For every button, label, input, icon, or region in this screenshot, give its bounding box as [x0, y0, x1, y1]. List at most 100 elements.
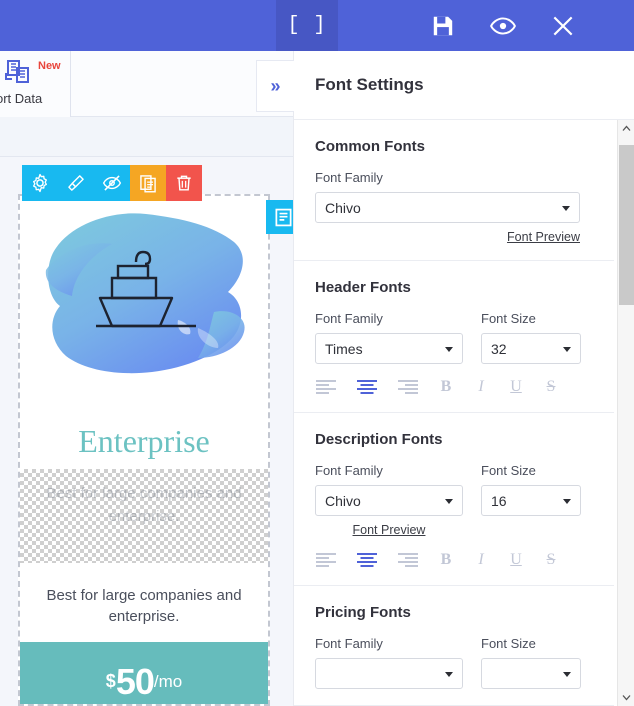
section-header-fonts: Header Fonts Font Family Times Font Size: [294, 261, 614, 413]
panel-scrollbar[interactable]: [617, 120, 634, 706]
save-icon[interactable]: [430, 13, 456, 39]
select-value: Times: [325, 340, 363, 357]
scrollbar-thumb[interactable]: [619, 145, 634, 305]
strikethrough-icon[interactable]: S: [543, 378, 559, 396]
common-font-family-field: Font Family Chivo: [315, 170, 580, 223]
top-bar-actions: [430, 0, 576, 51]
preview-icon[interactable]: [490, 13, 516, 39]
section-title: Pricing Fonts: [315, 604, 411, 621]
align-right-icon[interactable]: [397, 552, 419, 568]
italic-icon[interactable]: I: [473, 378, 489, 396]
field-label: Font Size: [481, 463, 536, 478]
panel-header: Font Settings: [294, 51, 634, 120]
collapse-panel-button[interactable]: »: [256, 60, 294, 112]
pricing-font-family-select[interactable]: [315, 658, 463, 689]
strikethrough-icon[interactable]: S: [543, 551, 559, 569]
section-title: Common Fonts: [315, 138, 425, 155]
element-toolbar: [22, 165, 202, 201]
align-left-icon[interactable]: [315, 552, 337, 568]
field-label: Font Size: [481, 636, 536, 651]
card-title: Enterprise: [78, 423, 210, 459]
duplicate-icon: [140, 175, 156, 193]
description-format-bar: B I U S: [315, 551, 614, 569]
align-center-icon[interactable]: [356, 379, 378, 395]
duplicate-icon-button[interactable]: [130, 165, 166, 201]
field-label: Font Family: [315, 636, 383, 651]
price-currency: $: [105, 671, 116, 692]
chevron-down-icon: [563, 498, 571, 504]
panel-title: Font Settings: [315, 75, 424, 94]
bold-icon[interactable]: B: [438, 551, 454, 569]
hide-icon: [102, 175, 122, 191]
field-label: Font Size: [481, 311, 536, 326]
preview-link-row: Font Preview: [315, 230, 580, 244]
section-title: Header Fonts: [315, 279, 411, 296]
new-badge: New: [38, 60, 61, 72]
chevron-down-icon: [563, 346, 571, 352]
field-label: Font Family: [315, 170, 383, 185]
app-root: [ ] New ort Data Enterprise Best for lar…: [0, 0, 634, 706]
ship-icon: [96, 250, 196, 328]
transparent-overlay-region: Best for large companies and enterprise.: [20, 469, 268, 564]
import-data-label: ort Data: [0, 91, 43, 106]
scroll-up-icon[interactable]: [618, 120, 634, 137]
select-value: Chivo: [325, 492, 361, 509]
price-amount: 50: [115, 660, 155, 702]
bold-icon[interactable]: B: [438, 378, 454, 396]
select-value: Chivo: [325, 199, 361, 216]
align-center-icon[interactable]: [356, 552, 378, 568]
field-label: Font Family: [315, 311, 383, 326]
header-font-size-field: Font Size 32: [481, 311, 581, 364]
scroll-down-icon[interactable]: [618, 689, 634, 706]
style-brush-icon-button[interactable]: [58, 165, 94, 201]
header-font-size-select[interactable]: 32: [481, 333, 581, 364]
delete-icon-button[interactable]: [166, 165, 202, 201]
underline-icon[interactable]: U: [508, 551, 524, 569]
import-data-button[interactable]: New ort Data: [0, 51, 71, 117]
pricing-font-size-field: Font Size: [481, 636, 581, 689]
logo-glyph: [ ]: [287, 14, 327, 37]
chevron-double-right-icon: »: [270, 75, 281, 96]
header-font-family-select[interactable]: Times: [315, 333, 463, 364]
chevron-down-icon: [445, 671, 453, 677]
card-description: Best for large companies and enterprise.: [20, 563, 268, 642]
field-row: Font Family Font Size: [315, 636, 614, 689]
import-data-icon: [5, 60, 29, 83]
chevron-down-icon: [563, 671, 571, 677]
pricing-card[interactable]: Enterprise Best for large companies and …: [18, 194, 270, 706]
document-icon: [275, 208, 291, 226]
style-brush-icon: [68, 175, 84, 191]
card-hero: [20, 196, 268, 418]
settings-icon-button[interactable]: [22, 165, 58, 201]
align-right-icon[interactable]: [397, 379, 419, 395]
section-common-fonts: Common Fonts Font Family Chivo Font Prev…: [294, 120, 614, 261]
header-format-bar: B I U S: [315, 378, 614, 396]
common-font-preview-link[interactable]: Font Preview: [507, 230, 580, 244]
font-settings-panel: Font Settings Common Fonts Font Family C…: [293, 51, 634, 706]
italic-icon[interactable]: I: [473, 551, 489, 569]
section-title: Description Fonts: [315, 431, 443, 448]
description-font-family-select[interactable]: Chivo: [315, 485, 463, 516]
close-icon[interactable]: [550, 13, 576, 39]
description-font-size-field: Font Size 16: [481, 463, 581, 516]
select-value: 32: [491, 340, 507, 357]
pricing-font-size-select[interactable]: [481, 658, 581, 689]
chevron-down-icon: [445, 498, 453, 504]
preview-link-row: Font Preview: [315, 523, 463, 537]
select-value: 16: [491, 492, 507, 509]
app-logo[interactable]: [ ]: [276, 0, 338, 51]
field-label: Font Family: [315, 463, 383, 478]
common-font-family-select[interactable]: Chivo: [315, 192, 580, 223]
section-pricing-fonts: Pricing Fonts Font Family Font Size: [294, 586, 614, 706]
chevron-down-icon: [445, 346, 453, 352]
panel-body: Common Fonts Font Family Chivo Font Prev…: [294, 120, 634, 706]
align-left-icon[interactable]: [315, 379, 337, 395]
panel-scroll-content: Common Fonts Font Family Chivo Font Prev…: [294, 120, 614, 706]
field-row: Font Family Chivo Font Size 16: [315, 463, 614, 516]
description-font-family-field: Font Family Chivo: [315, 463, 463, 516]
description-font-size-select[interactable]: 16: [481, 485, 581, 516]
underline-icon[interactable]: U: [508, 378, 524, 396]
delete-icon: [177, 175, 191, 191]
description-font-preview-link[interactable]: Font Preview: [353, 523, 426, 537]
hide-icon-button[interactable]: [94, 165, 130, 201]
